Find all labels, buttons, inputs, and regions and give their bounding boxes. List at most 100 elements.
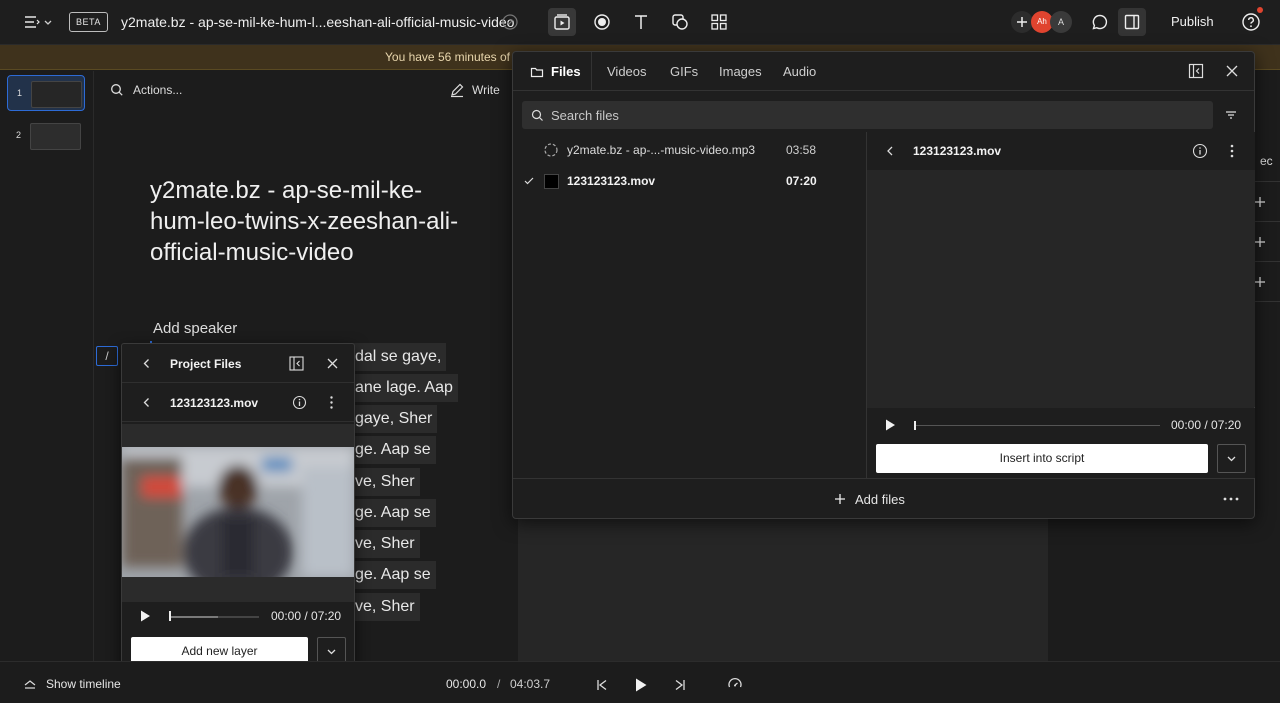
top-bar: BETA y2mate.bz - ap-se-mil-ke-hum-l...ee… <box>0 0 1280 45</box>
add-speaker-button[interactable]: Add speaker <box>153 320 237 337</box>
plus-icon[interactable] <box>1253 235 1267 249</box>
search-icon[interactable] <box>110 83 124 97</box>
slash-command-button[interactable]: / <box>96 346 118 366</box>
insert-into-script-button[interactable]: Insert into script <box>876 444 1208 473</box>
add-collaborator-button[interactable] <box>1011 11 1033 33</box>
play-icon[interactable] <box>139 609 152 623</box>
file-row[interactable]: 123123123.mov 07:20 <box>522 166 857 196</box>
divider <box>1255 261 1280 262</box>
skip-back-icon[interactable] <box>595 678 609 692</box>
script-line[interactable]: dal se gaye, <box>350 343 447 371</box>
script-line[interactable]: gaye, Sher <box>350 405 438 433</box>
grid-layout-icon[interactable] <box>709 12 729 32</box>
file-duration: 03:58 <box>786 143 817 157</box>
help-icon[interactable] <box>1241 12 1261 32</box>
text-tool-icon[interactable] <box>631 12 651 32</box>
scrubber-handle[interactable] <box>914 421 916 430</box>
buffer-bar <box>170 616 218 618</box>
shapes-icon[interactable] <box>670 12 690 32</box>
close-icon[interactable] <box>325 356 340 371</box>
back-icon[interactable] <box>140 357 153 370</box>
record-icon[interactable] <box>592 12 612 32</box>
beta-badge: BETA <box>69 12 108 32</box>
loading-spinner-icon <box>543 142 559 158</box>
more-horizontal-icon[interactable] <box>1222 491 1240 507</box>
script-line[interactable]: ve, Sher <box>350 593 420 621</box>
script-line[interactable]: ve, Sher <box>350 530 420 558</box>
script-line[interactable]: ve, Sher <box>350 468 420 496</box>
filter-icon[interactable] <box>1224 108 1238 122</box>
script-line[interactable]: ge. Aap se <box>350 561 436 589</box>
tab-audio[interactable]: Audio <box>783 64 816 79</box>
preview-video <box>867 170 1255 407</box>
play-icon[interactable] <box>634 677 648 693</box>
tab-gifs[interactable]: GIFs <box>670 64 698 79</box>
info-icon[interactable] <box>1192 143 1208 159</box>
project-file-time: 00:00 / 07:20 <box>271 609 342 623</box>
document-title[interactable]: y2mate.bz - ap-se-mil-ke-hum-l...eeshan-… <box>121 14 514 30</box>
divider <box>1255 301 1280 302</box>
write-mode-button[interactable]: Write <box>472 83 500 97</box>
chevron-down-icon[interactable] <box>42 12 54 32</box>
file-name: y2mate.bz - ap-...-music-video.mp3 <box>567 143 756 157</box>
play-icon[interactable] <box>883 418 897 432</box>
scrubber-handle[interactable] <box>169 611 171 621</box>
divider <box>1255 221 1280 222</box>
close-icon[interactable] <box>1224 63 1240 79</box>
tab-files-label: Files <box>551 64 581 79</box>
scene-thumbnail[interactable]: 1 <box>7 75 85 111</box>
tab-images[interactable]: Images <box>719 64 762 79</box>
actions-search[interactable]: Actions... <box>133 83 182 97</box>
preview-file-name: 123123123.mov <box>913 144 1002 158</box>
plus-icon[interactable] <box>1253 275 1267 289</box>
collapse-panel-icon[interactable] <box>1188 63 1204 79</box>
collaborator-avatar[interactable]: A <box>1050 11 1072 33</box>
scrubber-track[interactable] <box>914 425 1160 426</box>
more-vertical-icon[interactable] <box>1224 143 1240 159</box>
timeline-icon[interactable] <box>23 677 37 691</box>
project-files-popover: Project Files 123123123.mov 00:00 / 07:2… <box>121 343 355 671</box>
comments-icon[interactable] <box>1090 12 1110 32</box>
more-vertical-icon[interactable] <box>324 395 339 410</box>
plus-icon[interactable] <box>1253 195 1267 209</box>
info-icon[interactable] <box>292 395 307 410</box>
skip-forward-icon[interactable] <box>673 678 687 692</box>
add-files-button[interactable]: Add files <box>855 492 905 507</box>
divider <box>1255 181 1280 182</box>
project-file-header: 123123123.mov <box>122 383 354 422</box>
scene-rail: 1 2 <box>0 71 94 661</box>
back-icon[interactable] <box>883 144 897 158</box>
video-preview[interactable] <box>122 447 354 577</box>
project-files-title: Project Files <box>170 357 242 371</box>
properties-label: ec <box>1260 154 1273 168</box>
script-line[interactable]: ge. Aap se <box>350 436 436 464</box>
search-files-input[interactable] <box>551 101 1191 129</box>
show-timeline-button[interactable]: Show timeline <box>46 677 121 691</box>
scrubber-track[interactable] <box>170 616 259 618</box>
preview-controls: 00:00 / 07:20 Insert into script <box>867 408 1255 478</box>
plus-icon[interactable] <box>833 492 847 506</box>
folder-icon <box>530 65 544 79</box>
media-library-icon[interactable] <box>552 12 572 32</box>
scene-thumbnail[interactable]: 2 <box>7 118 85 154</box>
tab-videos[interactable]: Videos <box>607 64 647 79</box>
video-letterbox <box>122 424 354 447</box>
document-menu-icon[interactable] <box>22 12 42 32</box>
files-panel: Files Videos GIFs Images Audio y2mate.bz… <box>512 51 1255 519</box>
file-row[interactable]: y2mate.bz - ap-...-music-video.mp3 03:58 <box>522 135 857 165</box>
script-line[interactable]: ge. Aap se <box>350 499 436 527</box>
insert-options-button[interactable] <box>1217 444 1246 473</box>
file-duration: 07:20 <box>786 174 817 188</box>
current-time: 00:00.0 <box>446 677 487 691</box>
publish-button[interactable]: Publish <box>1160 8 1225 36</box>
back-icon[interactable] <box>140 396 153 409</box>
tab-files[interactable]: Files <box>513 52 592 91</box>
loop-speed-icon[interactable] <box>727 677 743 693</box>
notification-dot <box>1257 7 1263 13</box>
search-files-field <box>522 101 1213 129</box>
pen-icon[interactable] <box>449 82 465 98</box>
scene-number: 2 <box>16 130 22 140</box>
collapse-panel-icon[interactable] <box>289 356 304 371</box>
script-title[interactable]: y2mate.bz - ap-se-mil-ke-hum-leo-twins-x… <box>150 175 470 268</box>
script-line[interactable]: ane lage. Aap <box>350 374 458 402</box>
